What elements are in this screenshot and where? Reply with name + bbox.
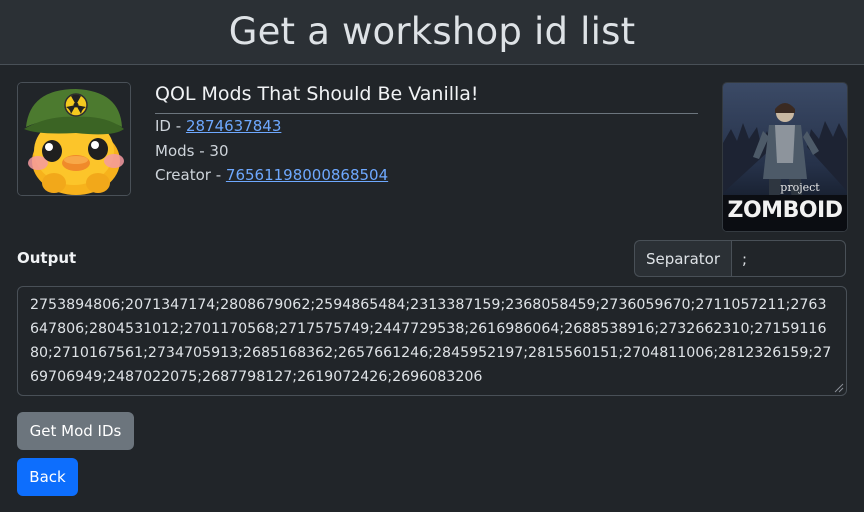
collection-id-label: ID - bbox=[155, 117, 186, 135]
collection-id-line: ID - 2874637843 bbox=[155, 114, 698, 139]
collection-title: QOL Mods That Should Be Vanilla! bbox=[155, 82, 698, 114]
duck-helmet-icon bbox=[18, 83, 130, 195]
get-mod-ids-button[interactable]: Get Mod IDs bbox=[17, 412, 134, 450]
resize-handle-icon[interactable] bbox=[834, 383, 844, 393]
separator-group: Separator ; bbox=[634, 240, 846, 277]
output-text: 2753894806;2071347174;2808679062;2594865… bbox=[30, 297, 832, 385]
header-bar: Get a workshop id list bbox=[0, 0, 864, 65]
project-zomboid-cover-icon: project ZOMBOID bbox=[723, 83, 847, 231]
collection-creator-label: Creator - bbox=[155, 166, 226, 184]
separator-label: Separator bbox=[634, 240, 731, 277]
separator-input[interactable]: ; bbox=[731, 240, 846, 277]
game-cover-image: project ZOMBOID bbox=[722, 82, 848, 232]
cover-small-text: project bbox=[780, 181, 820, 194]
back-button[interactable]: Back bbox=[17, 458, 78, 496]
collection-mods-count: Mods - 30 bbox=[155, 141, 229, 160]
cover-big-text: ZOMBOID bbox=[728, 198, 843, 223]
output-textarea[interactable]: 2753894806;2071347174;2808679062;2594865… bbox=[17, 286, 847, 396]
output-label: Output bbox=[17, 249, 77, 267]
collection-avatar bbox=[17, 82, 131, 196]
collection-creator-link[interactable]: 76561198000868504 bbox=[226, 166, 388, 184]
collection-creator-line: Creator - 76561198000868504 bbox=[155, 163, 698, 188]
page-title: Get a workshop id list bbox=[228, 9, 636, 53]
collection-id-link[interactable]: 2874637843 bbox=[186, 117, 281, 135]
collection-info: QOL Mods That Should Be Vanilla! ID - 28… bbox=[155, 82, 698, 188]
